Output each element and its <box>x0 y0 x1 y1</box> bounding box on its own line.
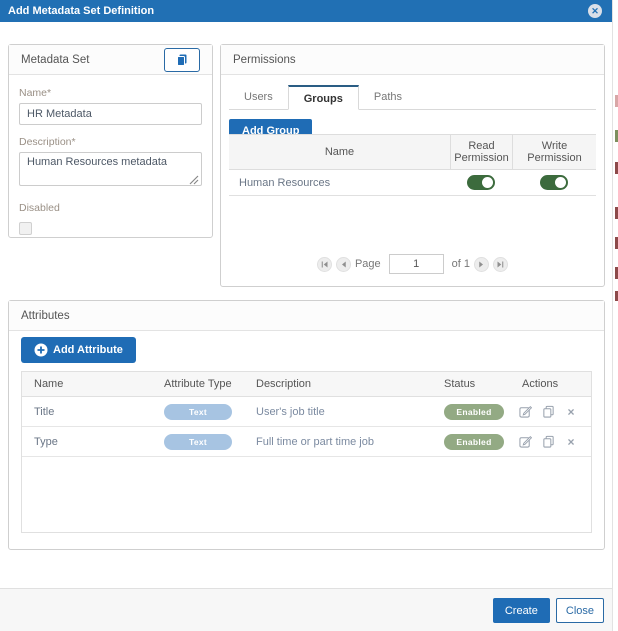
col-header-name: Name <box>22 372 152 396</box>
tab-users[interactable]: Users <box>229 85 288 109</box>
name-field[interactable] <box>19 103 202 125</box>
dialog-title: Add Metadata Set Definition <box>8 5 154 17</box>
attribute-name: Type <box>22 436 152 448</box>
group-name: Human Resources <box>229 177 450 189</box>
attributes-panel-title: Attributes <box>21 310 70 322</box>
disabled-checkbox[interactable] <box>19 222 32 235</box>
pagination: Page of 1 <box>221 254 604 274</box>
permissions-tabs: Users Groups Paths <box>229 85 596 110</box>
copy-icon[interactable] <box>541 435 555 449</box>
description-label: Description* <box>19 136 202 148</box>
attribute-description: Full time or part time job <box>244 436 432 448</box>
edit-icon[interactable] <box>518 435 532 449</box>
write-permission-toggle[interactable] <box>540 175 568 190</box>
delete-icon[interactable]: × <box>564 405 578 419</box>
metadata-set-panel: Metadata Set Name* Description* Human Re… <box>8 44 213 238</box>
dialog-titlebar: Add Metadata Set Definition ✕ <box>0 0 612 22</box>
attribute-description: User's job title <box>244 406 432 418</box>
add-metadata-set-dialog: Add Metadata Set Definition ✕ Metadata S… <box>0 0 612 631</box>
col-header-status: Status <box>432 372 510 396</box>
close-icon[interactable]: ✕ <box>588 4 602 18</box>
background-page-strip <box>612 0 618 631</box>
next-page-icon[interactable] <box>474 257 489 272</box>
attribute-type-badge: Text <box>164 404 232 420</box>
disabled-label: Disabled <box>19 202 202 214</box>
col-header-attribute-type: Attribute Type <box>152 372 244 396</box>
metadata-set-panel-title: Metadata Set <box>21 54 89 66</box>
edit-icon[interactable] <box>518 405 532 419</box>
attributes-table: Name Attribute Type Description Status A… <box>21 371 592 533</box>
prev-page-icon[interactable] <box>336 257 351 272</box>
table-row: Human Resources <box>229 170 596 196</box>
duplicate-metadata-set-button[interactable] <box>164 48 200 72</box>
permissions-panel-title: Permissions <box>233 54 296 66</box>
page-label: Page <box>355 258 381 270</box>
last-page-icon[interactable] <box>493 257 508 272</box>
resize-grip-icon[interactable] <box>189 175 199 185</box>
col-header-name: Name <box>229 135 450 169</box>
plus-icon <box>34 343 48 357</box>
status-badge: Enabled <box>444 434 504 450</box>
attributes-panel: Attributes Add Attribute Name Attribute … <box>8 300 605 550</box>
col-header-write-permission: Write Permission <box>512 135 596 169</box>
table-row: Type Text Full time or part time job Ena… <box>22 427 591 457</box>
first-page-icon[interactable] <box>317 257 332 272</box>
page-number-input[interactable] <box>389 254 444 274</box>
tab-groups[interactable]: Groups <box>288 85 359 110</box>
col-header-read-permission: Read Permission <box>450 135 512 169</box>
copy-icon[interactable] <box>541 405 555 419</box>
attribute-name: Title <box>22 406 152 418</box>
permissions-table: Name Read Permission Write Permission Hu… <box>229 134 596 196</box>
name-label: Name* <box>19 87 202 99</box>
dialog-footer: Create Close <box>0 588 612 631</box>
create-button[interactable]: Create <box>493 598 550 623</box>
status-badge: Enabled <box>444 404 504 420</box>
description-field[interactable]: Human Resources metadata <box>19 152 202 186</box>
add-attribute-button[interactable]: Add Attribute <box>21 337 136 363</box>
col-header-description: Description <box>244 372 432 396</box>
tab-paths[interactable]: Paths <box>359 85 417 109</box>
permissions-panel: Permissions Users Groups Paths Add Group… <box>220 44 605 287</box>
delete-icon[interactable]: × <box>564 435 578 449</box>
read-permission-toggle[interactable] <box>467 175 495 190</box>
page-of-label: of 1 <box>452 258 470 270</box>
col-header-actions: Actions <box>510 372 591 396</box>
close-button[interactable]: Close <box>556 598 604 623</box>
copy-icon <box>175 53 189 67</box>
attribute-type-badge: Text <box>164 434 232 450</box>
table-row: Title Text User's job title Enabled × <box>22 397 591 427</box>
